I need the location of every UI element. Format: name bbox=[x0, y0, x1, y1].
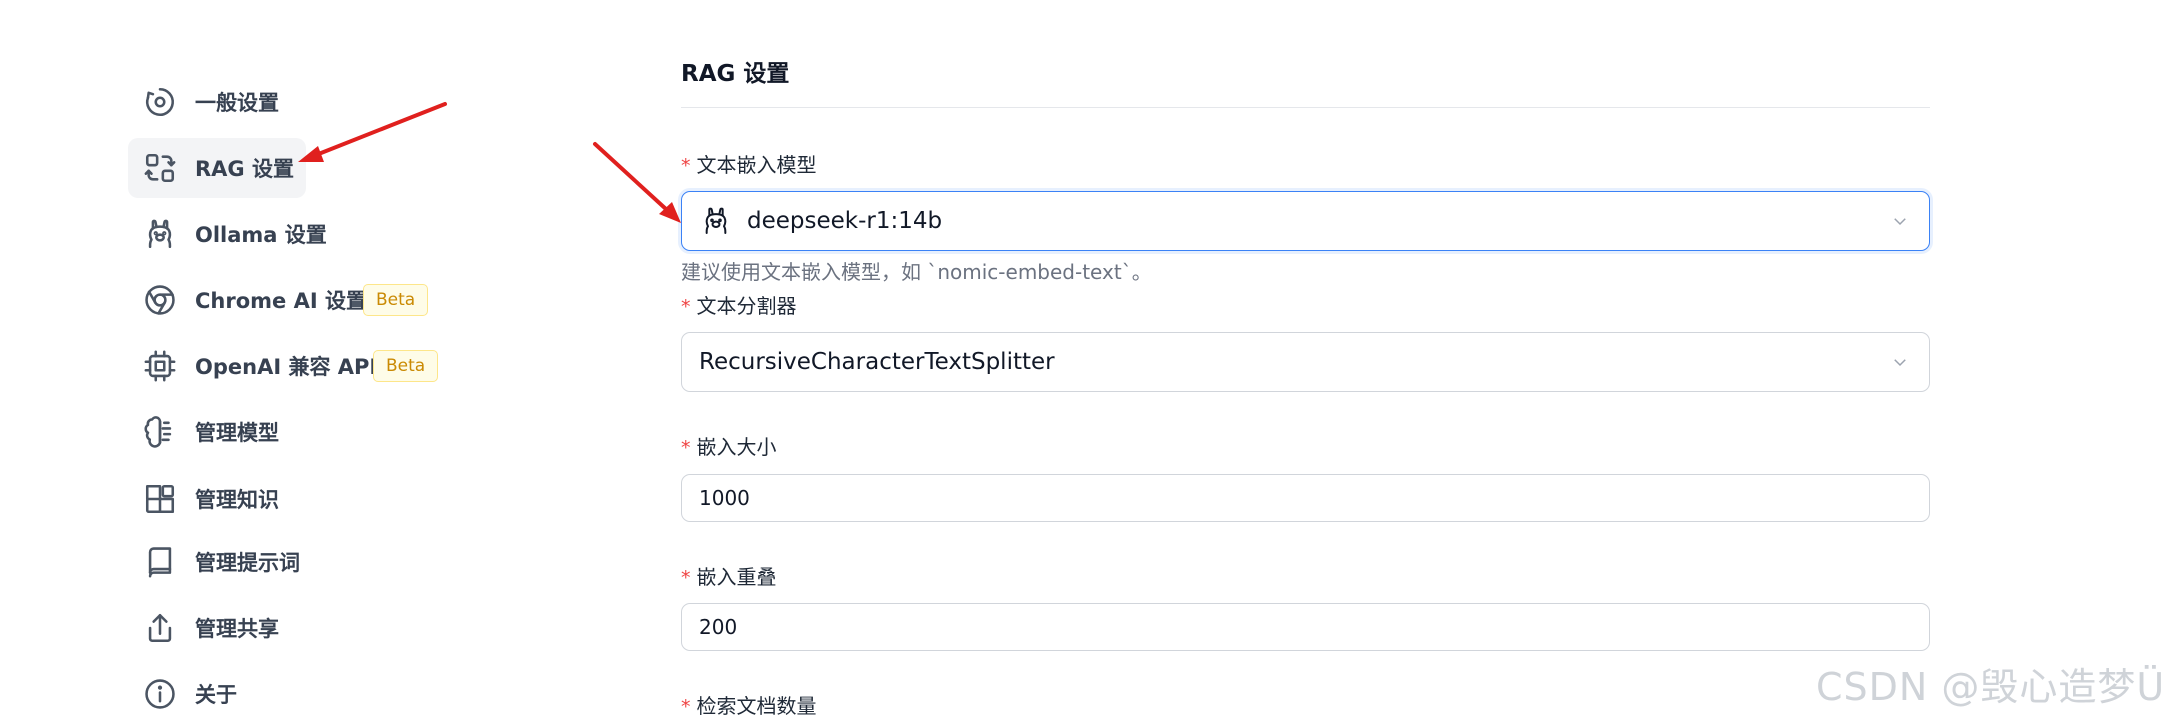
sidebar-item-rag[interactable]: RAG 设置 bbox=[128, 138, 306, 198]
chunk-overlap-input[interactable]: 200 bbox=[681, 603, 1930, 651]
info-icon bbox=[142, 676, 178, 712]
brain-icon bbox=[142, 414, 178, 450]
sidebar-item-label: 一般设置 bbox=[195, 91, 279, 115]
sidebar-item-general[interactable]: 一般设置 bbox=[128, 72, 488, 132]
required-marker: * bbox=[681, 155, 691, 177]
chunk-overlap-label: * 嵌入重叠 bbox=[681, 565, 777, 589]
chunk-size-input[interactable]: 1000 bbox=[681, 474, 1930, 522]
share-icon bbox=[142, 610, 178, 646]
arrow-to-embedding-select bbox=[593, 142, 681, 223]
llama-icon bbox=[142, 216, 178, 252]
page-title: RAG 设置 bbox=[681, 61, 790, 87]
beta-badge: Beta bbox=[373, 350, 439, 382]
required-marker: * bbox=[681, 567, 691, 589]
sidebar-item-label: Ollama 设置 bbox=[195, 223, 327, 247]
embedding-model-label: * 文本嵌入模型 bbox=[681, 153, 817, 177]
sidebar-item-label: RAG 设置 bbox=[195, 157, 294, 181]
chevron-down-icon bbox=[1891, 212, 1909, 230]
embedding-model-help: 建议使用文本嵌入模型，如 `nomic-embed-text`。 bbox=[681, 260, 1152, 284]
sidebar-item-manage-knowledge[interactable]: 管理知识 bbox=[128, 469, 488, 529]
text-splitter-value: RecursiveCharacterTextSplitter bbox=[699, 349, 1055, 375]
sidebar-item-label: 管理提示词 bbox=[195, 551, 300, 575]
sidebar-item-ollama[interactable]: Ollama 设置 bbox=[128, 204, 488, 264]
retrieval-count-label: * 检索文档数量 bbox=[681, 694, 817, 718]
required-marker: * bbox=[681, 437, 691, 459]
sidebar-item-label: 管理共享 bbox=[195, 617, 279, 641]
beta-badge: Beta bbox=[363, 284, 429, 316]
sidebar-item-label: Chrome AI 设置 bbox=[195, 289, 367, 313]
chunk-size-value: 1000 bbox=[699, 486, 750, 510]
text-splitter-label: * 文本分割器 bbox=[681, 294, 797, 318]
chrome-icon bbox=[142, 282, 178, 318]
blocks-icon bbox=[142, 481, 178, 517]
sidebar-item-label: 关于 bbox=[195, 683, 237, 707]
sidebar-item-manage-share[interactable]: 管理共享 bbox=[128, 598, 488, 658]
sidebar-item-chrome-ai[interactable]: Chrome AI 设置 Beta bbox=[128, 270, 488, 330]
embedding-model-value: deepseek-r1:14b bbox=[747, 208, 943, 234]
book-icon bbox=[142, 544, 178, 580]
required-marker: * bbox=[681, 696, 691, 718]
chunk-size-label: * 嵌入大小 bbox=[681, 435, 777, 459]
sidebar-item-label: 管理知识 bbox=[195, 488, 279, 512]
cpu-icon bbox=[142, 348, 178, 384]
chevron-down-icon bbox=[1891, 353, 1909, 371]
rag-icon bbox=[142, 150, 178, 186]
chunk-overlap-value: 200 bbox=[699, 615, 738, 639]
csdn-watermark: CSDN @毁心造梦Ü bbox=[1816, 665, 2166, 709]
embedding-model-select[interactable]: deepseek-r1:14b bbox=[681, 191, 1930, 251]
required-marker: * bbox=[681, 296, 691, 318]
sidebar-item-manage-models[interactable]: 管理模型 bbox=[128, 402, 488, 462]
llama-icon bbox=[700, 205, 732, 237]
text-splitter-select[interactable]: RecursiveCharacterTextSplitter bbox=[681, 332, 1930, 392]
sidebar-item-about[interactable]: 关于 bbox=[128, 664, 488, 719]
gear-icon bbox=[142, 84, 178, 120]
sidebar-item-manage-prompts[interactable]: 管理提示词 bbox=[128, 532, 488, 592]
section-divider bbox=[681, 107, 1930, 108]
sidebar-item-label: OpenAI 兼容 API bbox=[195, 355, 378, 379]
sidebar-item-label: 管理模型 bbox=[195, 421, 279, 445]
sidebar-item-openai-api[interactable]: OpenAI 兼容 API Beta bbox=[128, 336, 488, 396]
